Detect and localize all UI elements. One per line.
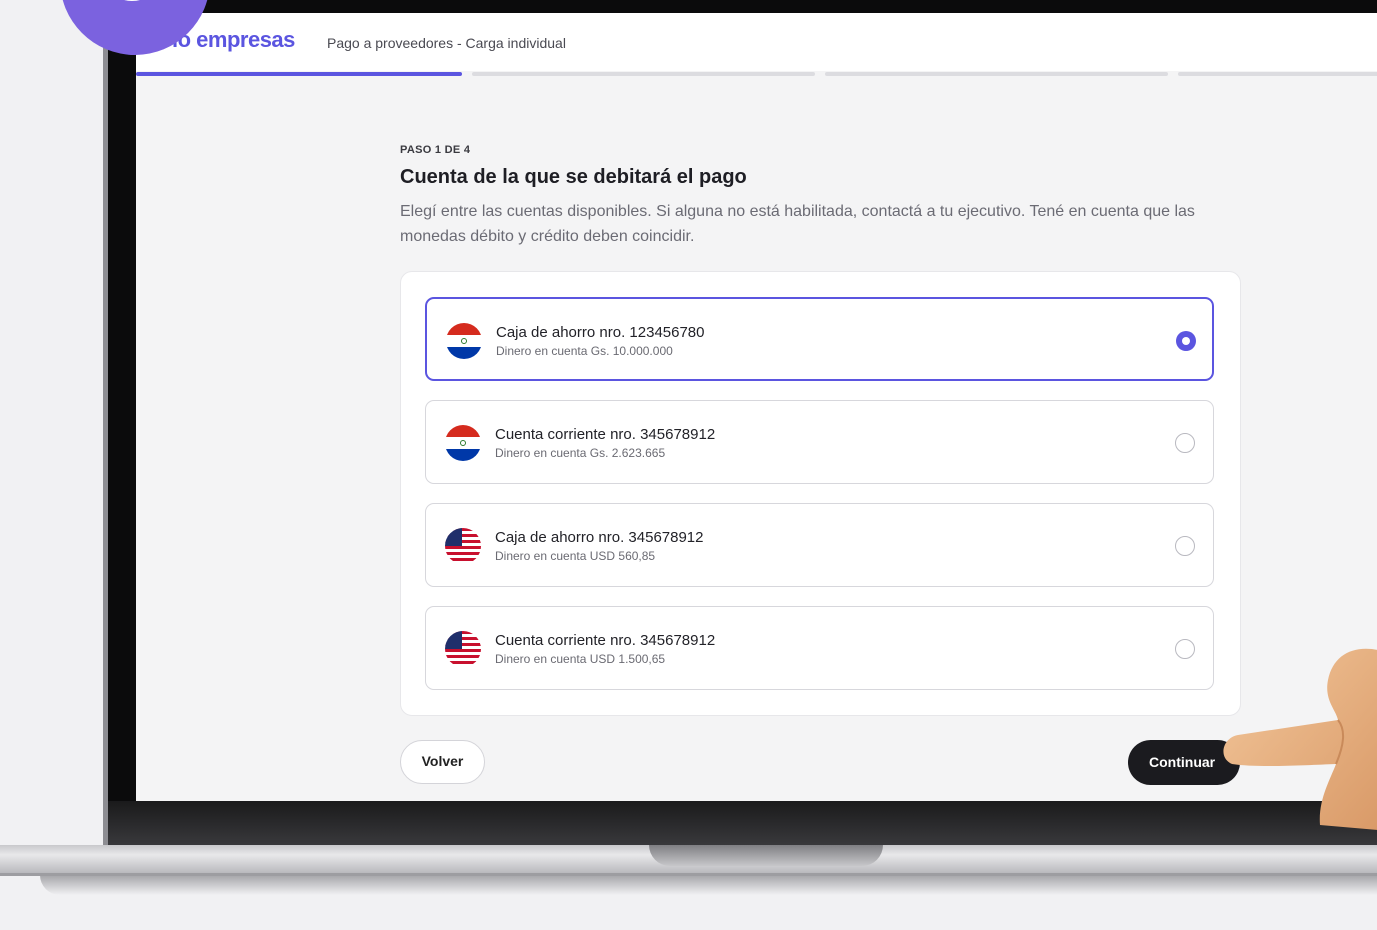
progress-step-2 bbox=[472, 72, 815, 76]
paraguay-flag-icon bbox=[445, 425, 481, 461]
laptop-bezel bbox=[108, 801, 1377, 847]
progress-step-3 bbox=[825, 72, 1168, 76]
account-radio[interactable] bbox=[1175, 433, 1195, 453]
back-button[interactable]: Volver bbox=[400, 740, 485, 784]
pointing-hand-icon bbox=[1223, 648, 1377, 830]
screen: lo empresas Pago a proveedores - Carga i… bbox=[136, 13, 1377, 801]
laptop-notch bbox=[649, 845, 883, 866]
laptop-base-shadow bbox=[40, 875, 1377, 895]
account-title: Cuenta corriente nro. 345678912 bbox=[495, 632, 716, 649]
progress-step-4 bbox=[1178, 72, 1377, 76]
brand-logo: lo empresas bbox=[172, 27, 295, 52]
page-title: Cuenta de la que se debitará el pago bbox=[400, 166, 747, 188]
account-balance: Dinero en cuenta USD 1.500,65 bbox=[495, 652, 666, 666]
account-title: Caja de ahorro nro. 345678912 bbox=[495, 529, 704, 546]
account-title: Caja de ahorro nro. 123456780 bbox=[496, 324, 705, 341]
usa-flag-icon bbox=[445, 528, 481, 564]
account-option[interactable]: Cuenta corriente nro. 345678912 Dinero e… bbox=[425, 606, 1214, 690]
account-option[interactable]: Caja de ahorro nro. 123456780 Dinero en … bbox=[425, 297, 1214, 381]
account-title: Cuenta corriente nro. 345678912 bbox=[495, 426, 716, 443]
step-progress-bar bbox=[136, 72, 1377, 76]
top-bar: lo empresas Pago a proveedores - Carga i… bbox=[136, 13, 1377, 71]
account-option[interactable]: Cuenta corriente nro. 345678912 Dinero e… bbox=[425, 400, 1214, 484]
account-radio[interactable] bbox=[1176, 331, 1196, 351]
account-option[interactable]: Caja de ahorro nro. 345678912 Dinero en … bbox=[425, 503, 1214, 587]
account-balance: Dinero en cuenta Gs. 10.000.000 bbox=[496, 344, 673, 358]
account-list-card: Caja de ahorro nro. 123456780 Dinero en … bbox=[400, 271, 1241, 716]
account-balance: Dinero en cuenta USD 560,85 bbox=[495, 549, 656, 563]
paraguay-flag-icon bbox=[446, 323, 482, 359]
page-description: Elegí entre las cuentas disponibles. Si … bbox=[400, 203, 1195, 245]
section-title: Pago a proveedores - Carga individual bbox=[327, 35, 566, 51]
progress-step-1 bbox=[136, 72, 462, 76]
account-radio[interactable] bbox=[1175, 639, 1195, 659]
account-balance: Dinero en cuenta Gs. 2.623.665 bbox=[495, 446, 666, 460]
step-label: PASO 1 DE 4 bbox=[400, 144, 471, 156]
account-radio[interactable] bbox=[1175, 536, 1195, 556]
usa-flag-icon bbox=[445, 631, 481, 667]
